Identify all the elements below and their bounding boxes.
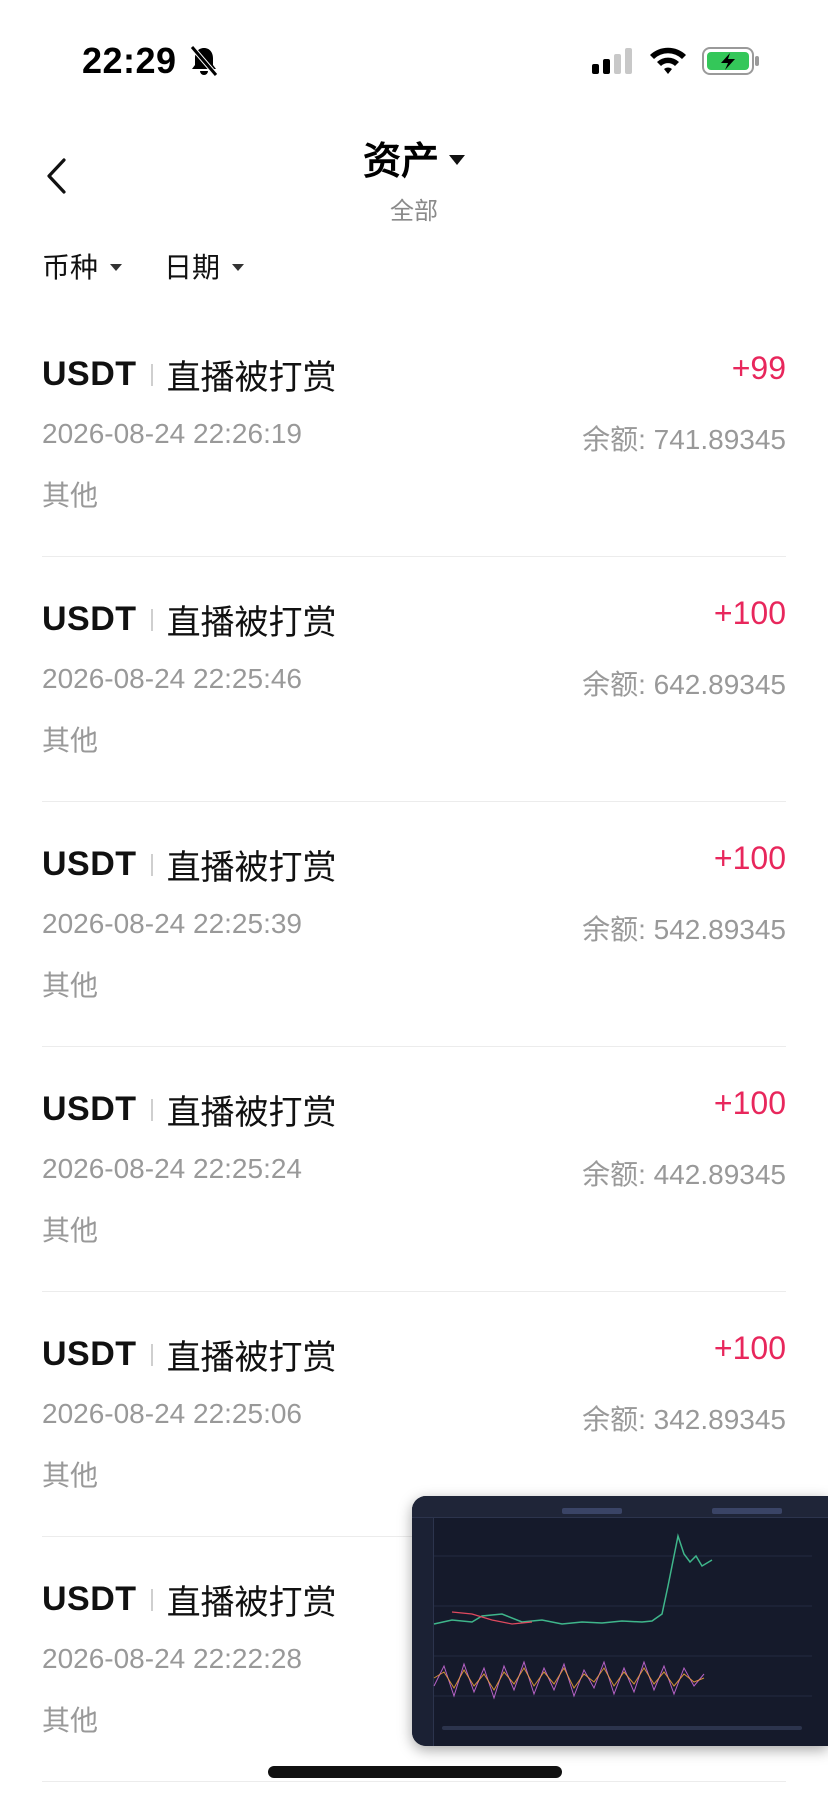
list-item[interactable]: USDT 直播被打赏 +100 2026-08-24 22:25:39 余额: … (42, 802, 786, 1047)
page-title: 资产 (362, 141, 439, 183)
balance: 余额: 442.89345 (582, 1159, 786, 1190)
trading-chart-thumbnail (433, 1508, 812, 1730)
item-title: USDT 直播被打赏 (42, 1575, 337, 1624)
category: 其他 (42, 1460, 99, 1491)
item-title: USDT 直播被打赏 (42, 840, 337, 889)
datetime: 2026-08-24 22:22:28 (42, 1643, 302, 1674)
battery-charging-icon (702, 46, 760, 76)
category: 其他 (42, 1215, 99, 1246)
category: 其他 (42, 970, 99, 1001)
caret-down-icon (449, 154, 465, 165)
transaction-type: 直播被打赏 (166, 1339, 337, 1377)
filter-bar: 币种 日期 (42, 242, 245, 290)
divider (150, 608, 153, 631)
status-time: 22:29 (82, 40, 177, 81)
category: 其他 (42, 725, 99, 756)
transaction-type: 直播被打赏 (166, 849, 337, 887)
currency: USDT (42, 1090, 137, 1128)
datetime: 2026-08-24 22:25:06 (42, 1398, 302, 1429)
category: 其他 (42, 480, 99, 511)
balance: 余额: 342.89345 (582, 1404, 786, 1435)
amount: +100 (713, 840, 786, 876)
status-bar: 22:29 (0, 0, 828, 110)
list-item[interactable]: USDT 直播被打赏 +100 2026-08-24 22:25:46 余额: … (42, 557, 786, 802)
page-subtitle: 全部 (390, 198, 438, 225)
currency: USDT (42, 1335, 137, 1373)
currency-filter[interactable]: 币种 (42, 246, 123, 286)
currency: USDT (42, 845, 137, 883)
cellular-signal-icon (592, 48, 636, 76)
item-title: USDT 直播被打赏 (42, 1085, 337, 1134)
divider (150, 853, 153, 876)
currency: USDT (42, 1580, 137, 1618)
list-item[interactable]: USDT 直播被打赏 +100 2026-08-24 22:25:24 余额: … (42, 1047, 786, 1292)
transaction-type: 直播被打赏 (166, 1094, 337, 1132)
datetime: 2026-08-24 22:25:46 (42, 663, 302, 694)
amount: +99 (731, 350, 786, 386)
currency: USDT (42, 355, 137, 393)
balance: 余额: 642.89345 (582, 669, 786, 700)
amount: +100 (713, 595, 786, 631)
transaction-type: 直播被打赏 (166, 359, 337, 397)
title-block: 资产 全部 (0, 130, 828, 226)
pip-video-window[interactable] (412, 1496, 828, 1746)
caret-down-icon (232, 263, 245, 271)
transaction-type: 直播被打赏 (166, 1584, 337, 1622)
transaction-type: 直播被打赏 (166, 604, 337, 642)
datetime: 2026-08-24 22:26:19 (42, 418, 302, 449)
asset-type-dropdown[interactable]: 资产 (363, 130, 465, 185)
filter-label: 日期 (164, 252, 221, 283)
amount: +100 (713, 1330, 786, 1366)
list-item[interactable]: USDT 直播被打赏 +99 2026-08-24 22:26:19 余额: 7… (42, 312, 786, 557)
divider (150, 363, 153, 386)
filter-label: 币种 (42, 252, 99, 283)
datetime: 2026-08-24 22:25:24 (42, 1153, 302, 1184)
item-title: USDT 直播被打赏 (42, 350, 337, 399)
caret-down-icon (110, 263, 123, 271)
wifi-icon (648, 44, 688, 76)
balance: 余额: 542.89345 (582, 914, 786, 945)
header: 资产 全部 (0, 120, 828, 230)
divider (150, 1098, 153, 1121)
datetime: 2026-08-24 22:25:39 (42, 908, 302, 939)
item-title: USDT 直播被打赏 (42, 1330, 337, 1379)
currency: USDT (42, 600, 137, 638)
home-indicator[interactable] (268, 1766, 562, 1778)
item-title: USDT 直播被打赏 (42, 595, 337, 644)
divider (150, 1343, 153, 1366)
category: 其他 (42, 1705, 99, 1736)
divider (150, 1588, 153, 1611)
bell-slash-icon (188, 44, 220, 78)
balance: 余额: 741.89345 (582, 424, 786, 455)
date-filter[interactable]: 日期 (164, 246, 245, 286)
amount: +100 (713, 1085, 786, 1121)
